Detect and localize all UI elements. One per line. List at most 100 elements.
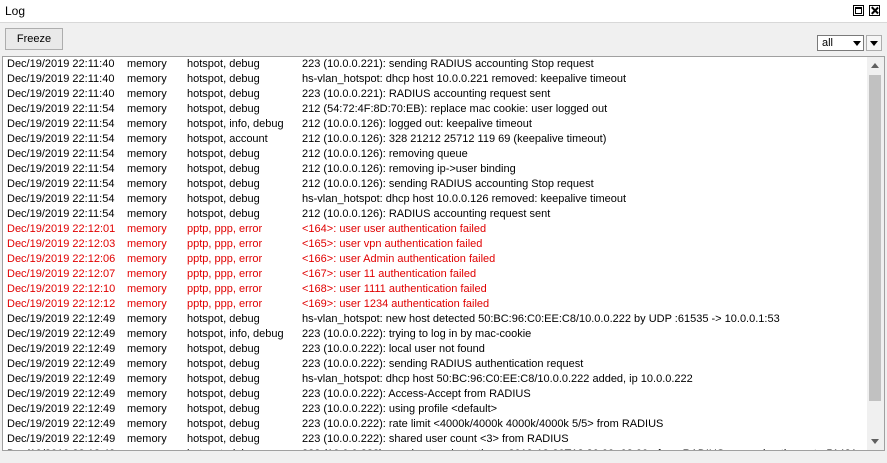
log-message: 212 (10.0.0.126): logged out: keepalive …	[302, 118, 532, 130]
log-row[interactable]: Dec/19/2019 22:11:54 memory hotspot, debug…	[3, 207, 867, 222]
log-topics: pptp, ppp, error	[187, 298, 263, 310]
log-topics: hotspot, debug	[187, 403, 260, 415]
log-topics: hotspot, debug	[187, 73, 260, 85]
log-time: Dec/19/2019 22:11:40	[7, 88, 115, 100]
title-bar[interactable]: Log	[0, 0, 887, 23]
log-row[interactable]: Dec/19/2019 22:12:49 memory hotspot, debug…	[3, 357, 867, 372]
log-row[interactable]: Dec/19/2019 22:11:40 memory hotspot, debug…	[3, 57, 867, 72]
log-time: Dec/19/2019 22:12:06	[7, 253, 116, 265]
log-row[interactable]: Dec/19/2019 22:12:49 memory hotspot, debug…	[3, 342, 867, 357]
log-row[interactable]: Dec/19/2019 22:11:40 memory hotspot, debug…	[3, 87, 867, 102]
log-buffer: memory	[127, 298, 167, 310]
log-topics: hotspot, debug	[187, 313, 260, 325]
log-topics: hotspot, debug	[187, 193, 260, 205]
log-row[interactable]: Dec/19/2019 22:11:40 memory hotspot, debug…	[3, 72, 867, 87]
log-time: Dec/19/2019 22:11:54	[7, 118, 115, 130]
log-row[interactable]: Dec/19/2019 22:12:49 memory hotspot, debug…	[3, 432, 867, 447]
log-time: Dec/19/2019 22:12:49	[7, 358, 116, 370]
log-rows: Dec/19/2019 22:11:40 memory hotspot, debug…	[3, 57, 867, 450]
log-topics: hotspot, debug	[187, 343, 260, 355]
log-buffer: memory	[127, 193, 167, 205]
log-time: Dec/19/2019 22:11:54	[7, 163, 115, 175]
freeze-button[interactable]: Freeze	[5, 28, 63, 50]
log-message: 223 (10.0.0.222): sending RADIUS authent…	[302, 358, 584, 370]
log-buffer: memory	[127, 388, 167, 400]
log-buffer: memory	[127, 58, 167, 70]
filter-select[interactable]: all	[817, 35, 864, 51]
log-buffer: memory	[127, 358, 167, 370]
log-time: Dec/19/2019 22:12:01	[7, 223, 116, 235]
log-row[interactable]: Dec/19/2019 22:11:54 memory hotspot, debug…	[3, 192, 867, 207]
log-row[interactable]: Dec/19/2019 22:12:49 memory hotspot, debug…	[3, 417, 867, 432]
log-row[interactable]: Dec/19/2019 22:11:54 memory hotspot, debug…	[3, 102, 867, 117]
log-time: Dec/19/2019 22:12:49	[7, 343, 116, 355]
log-row[interactable]: Dec/19/2019 22:11:54 memory hotspot, debug…	[3, 162, 867, 177]
log-row[interactable]: Dec/19/2019 22:12:49 memory hotspot, debug…	[3, 447, 867, 450]
log-topics: hotspot, account	[187, 133, 268, 145]
log-row[interactable]: Dec/19/2019 22:11:54 memory hotspot, accou…	[3, 132, 867, 147]
maximize-icon[interactable]	[853, 5, 864, 16]
log-topics: hotspot, debug	[187, 208, 260, 220]
log-buffer: memory	[127, 283, 167, 295]
log-topics: hotspot, debug	[187, 58, 260, 70]
filter-value: all	[822, 37, 834, 49]
log-topics: hotspot, debug	[187, 373, 260, 385]
log-buffer: memory	[127, 268, 167, 280]
scroll-up-icon[interactable]	[871, 63, 879, 68]
log-message: <169>: user 1234 authentication failed	[302, 298, 490, 310]
log-topics: pptp, ppp, error	[187, 238, 263, 250]
log-time: Dec/19/2019 22:12:03	[7, 238, 116, 250]
log-buffer: memory	[127, 208, 167, 220]
log-message: 223 (10.0.0.222): trying to log in by ma…	[302, 328, 532, 340]
close-icon[interactable]	[869, 5, 880, 16]
log-time: Dec/19/2019 22:12:49	[7, 373, 116, 385]
toolbar: Freeze all	[0, 24, 887, 56]
log-row[interactable]: Dec/19/2019 22:12:06 memory pptp, ppp, err…	[3, 252, 867, 267]
scroll-down-icon[interactable]	[871, 439, 879, 444]
log-time: Dec/19/2019 22:12:49	[7, 418, 116, 430]
log-message: hs-vlan_hotspot: dhcp host 10.0.0.221 re…	[302, 73, 627, 85]
log-message: 223 (10.0.0.222): session terminate time…	[302, 447, 863, 450]
log-row[interactable]: Dec/19/2019 22:12:49 memory hotspot, debug…	[3, 402, 867, 417]
log-buffer: memory	[127, 103, 167, 115]
log-buffer: memory	[127, 253, 167, 265]
log-message: <166>: user Admin authentication failed	[302, 253, 496, 265]
log-buffer: memory	[127, 447, 167, 450]
vertical-scrollbar[interactable]	[867, 57, 884, 450]
scrollbar-thumb[interactable]	[869, 75, 881, 401]
log-message: 212 (10.0.0.126): removing queue	[302, 148, 468, 160]
log-buffer: memory	[127, 163, 167, 175]
log-row[interactable]: Dec/19/2019 22:12:49 memory hotspot, debug…	[3, 312, 867, 327]
status-bar	[0, 452, 887, 463]
log-row[interactable]: Dec/19/2019 22:12:49 memory hotspot, debug…	[3, 387, 867, 402]
toolbar-dropdown-icon[interactable]	[866, 35, 882, 51]
log-buffer: memory	[127, 328, 167, 340]
log-row[interactable]: Dec/19/2019 22:12:07 memory pptp, ppp, err…	[3, 267, 867, 282]
log-time: Dec/19/2019 22:11:54	[7, 208, 115, 220]
log-message: 223 (10.0.0.222): using profile <default…	[302, 403, 498, 415]
window-title: Log	[5, 4, 26, 18]
log-row[interactable]: Dec/19/2019 22:12:01 memory pptp, ppp, err…	[3, 222, 867, 237]
log-buffer: memory	[127, 403, 167, 415]
log-time: Dec/19/2019 22:12:49	[7, 313, 116, 325]
log-topics: hotspot, debug	[187, 447, 260, 450]
log-row[interactable]: Dec/19/2019 22:11:54 memory hotspot, debug…	[3, 147, 867, 162]
log-row[interactable]: Dec/19/2019 22:11:54 memory hotspot, debug…	[3, 177, 867, 192]
log-row[interactable]: Dec/19/2019 22:12:12 memory pptp, ppp, err…	[3, 297, 867, 312]
log-row[interactable]: Dec/19/2019 22:11:54 memory hotspot, info,…	[3, 117, 867, 132]
log-topics: hotspot, debug	[187, 163, 260, 175]
chevron-down-icon[interactable]	[853, 41, 861, 46]
log-message: 223 (10.0.0.221): sending RADIUS account…	[302, 58, 594, 70]
log-row[interactable]: Dec/19/2019 22:12:49 memory hotspot, info,…	[3, 327, 867, 342]
log-message: hs-vlan_hotspot: dhcp host 50:BC:96:C0:E…	[302, 373, 693, 385]
log-row[interactable]: Dec/19/2019 22:12:03 memory pptp, ppp, err…	[3, 237, 867, 252]
log-buffer: memory	[127, 118, 167, 130]
log-time: Dec/19/2019 22:11:40	[7, 58, 115, 70]
log-topics: hotspot, info, debug	[187, 118, 284, 130]
log-message: <167>: user 11 authentication failed	[302, 268, 477, 280]
log-message: hs-vlan_hotspot: new host detected 50:BC…	[302, 313, 780, 325]
log-message: 212 (10.0.0.126): 328 21212 25712 119 69…	[302, 133, 607, 145]
log-topics: pptp, ppp, error	[187, 223, 263, 235]
log-row[interactable]: Dec/19/2019 22:12:10 memory pptp, ppp, err…	[3, 282, 867, 297]
log-row[interactable]: Dec/19/2019 22:12:49 memory hotspot, debug…	[3, 372, 867, 387]
